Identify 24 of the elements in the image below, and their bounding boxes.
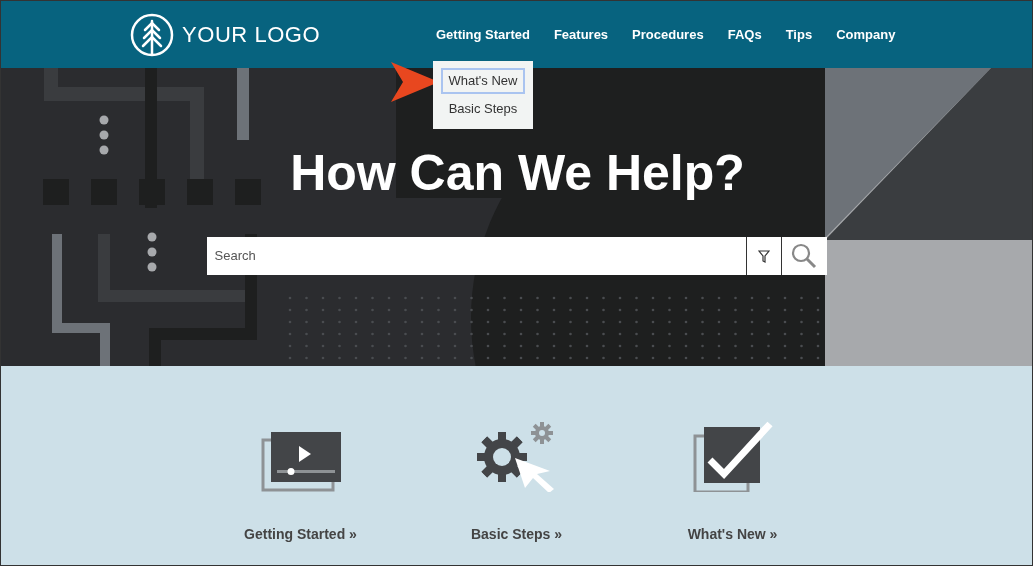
tile-link[interactable]: Getting Started » <box>240 412 361 565</box>
nav-link[interactable]: Getting Started <box>436 24 530 45</box>
tile-label: What's New » <box>687 525 778 544</box>
search-field[interactable]: Search <box>206 237 746 275</box>
logo-text: YOUR LOGO <box>182 21 321 49</box>
nav-link[interactable]: Features <box>553 24 609 45</box>
video-player-icon <box>260 432 341 492</box>
dropdown-item[interactable]: What's New <box>441 68 525 94</box>
checkbox-icon <box>691 420 774 492</box>
filter-button[interactable] <box>745 237 781 275</box>
nav-link[interactable]: Procedures <box>632 24 704 45</box>
nav-link[interactable]: Tips <box>785 24 813 45</box>
search-icon <box>791 243 817 269</box>
nav-link[interactable]: FAQs <box>727 24 762 45</box>
tile-label: Getting Started » <box>244 525 357 544</box>
tree-logo-icon <box>130 12 174 57</box>
tile-link[interactable]: What's New » <box>672 412 793 565</box>
filter-icon <box>757 249 770 263</box>
tile-label: Basic Steps » <box>470 525 563 544</box>
nav-link[interactable]: Company <box>836 24 896 45</box>
search-button[interactable] <box>780 237 827 275</box>
dropdown-item[interactable]: Basic Steps <box>441 96 525 122</box>
tile-link[interactable]: Basic Steps » <box>456 412 577 565</box>
hero-title: How Can We Help? <box>290 148 745 198</box>
